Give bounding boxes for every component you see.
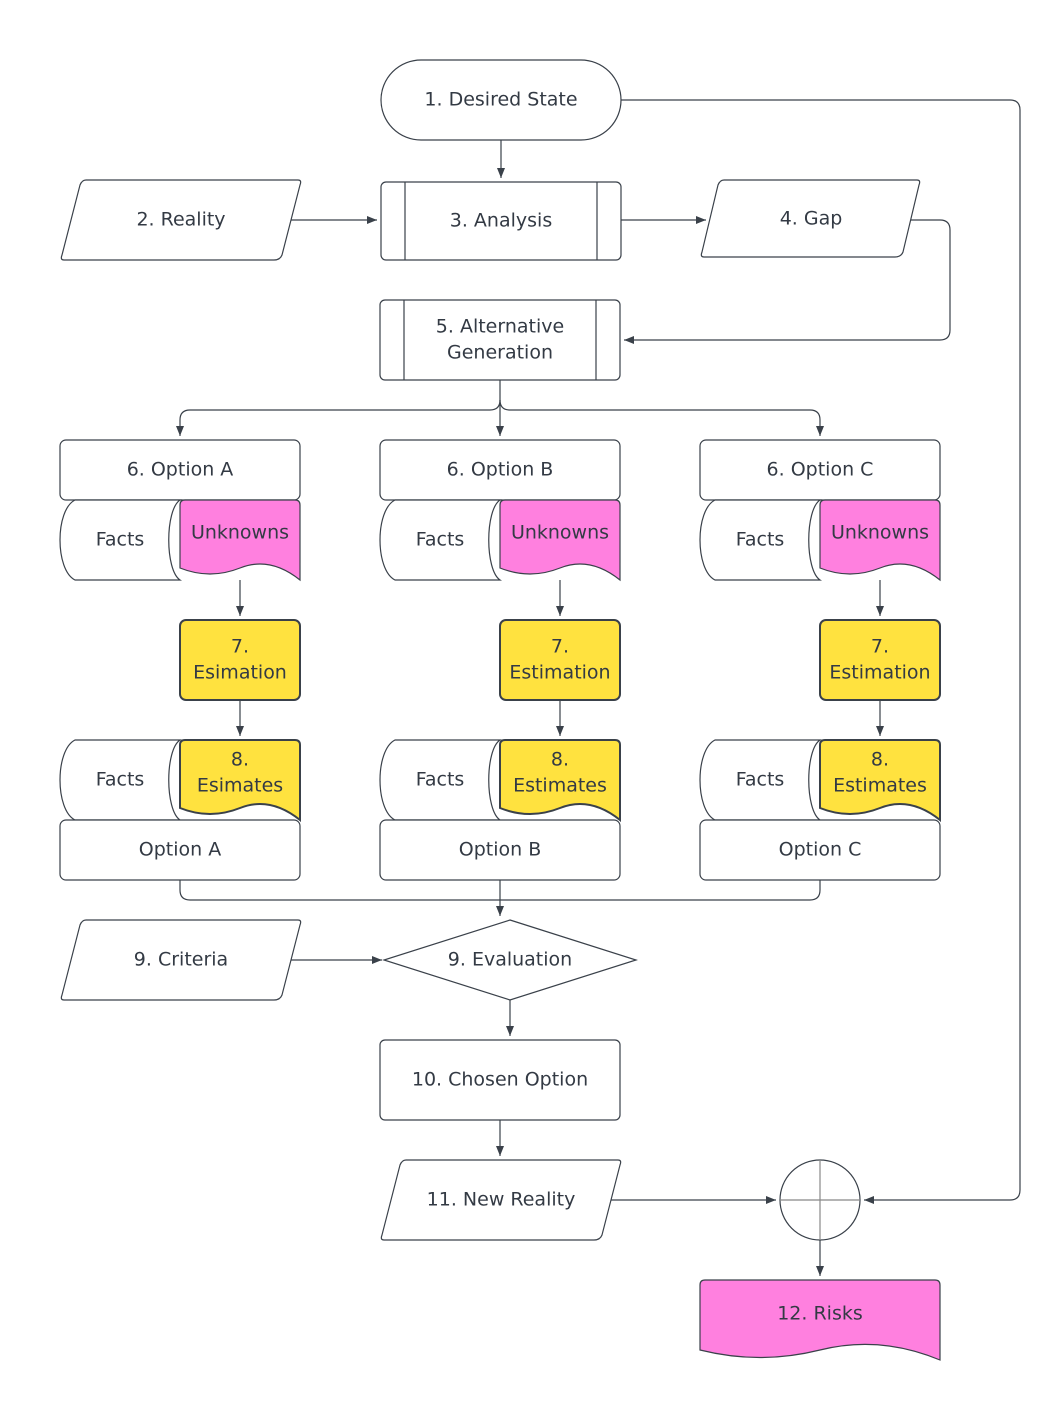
estimates-number: 8. (551, 749, 569, 771)
alternative-generation-label: Generation (447, 342, 553, 364)
desired-state-label: 1. Desired State (424, 89, 577, 111)
option-header-label: 6. Option A (127, 459, 234, 481)
criteria-label: 9. Criteria (134, 949, 228, 971)
evaluation-label: 9. Evaluation (448, 949, 572, 971)
facts-label: Facts (96, 769, 145, 791)
facts-label: Facts (96, 529, 145, 551)
chosen-option-label: 10. Chosen Option (412, 1069, 588, 1091)
estimation-label: Estimation (829, 662, 930, 684)
facts-label: Facts (736, 529, 785, 551)
estimates-label: Esimates (197, 775, 283, 797)
analysis-label: 3. Analysis (450, 210, 552, 232)
connector-arrow (499, 399, 824, 436)
estimates-number: 8. (871, 749, 889, 771)
risks-label: 12. Risks (777, 1303, 863, 1325)
estimation-number: 7. (871, 636, 889, 658)
estimates-number: 8. (231, 749, 249, 771)
option-footer-label: Option C (779, 839, 862, 861)
estimates-label: Estimates (513, 775, 607, 797)
estimation-label: Esimation (193, 662, 287, 684)
alternative-generation-label: 5. Alternative (436, 316, 564, 338)
connector-arrow (176, 399, 501, 436)
estimation-process[interactable] (179, 619, 301, 701)
option-header-label: 6. Option B (447, 459, 554, 481)
estimation-process[interactable] (819, 619, 941, 701)
facts-label: Facts (416, 769, 465, 791)
gap-label: 4. Gap (780, 208, 843, 230)
estimation-process[interactable] (499, 619, 621, 701)
facts-label: Facts (736, 769, 785, 791)
decision-flowchart: 1. Desired State 2. Reality 3. Analysis 4. … (59, 59, 1021, 1361)
unknowns-label: Unknowns (831, 522, 929, 544)
process-alternative-generation[interactable] (379, 299, 621, 381)
option-footer-label: Option A (139, 839, 221, 861)
facts-label: Facts (416, 529, 465, 551)
unknowns-label: Unknowns (511, 522, 609, 544)
estimates-label: Estimates (833, 775, 927, 797)
estimation-label: Estimation (509, 662, 610, 684)
estimation-number: 7. (551, 636, 569, 658)
new-reality-label: 11. New Reality (427, 1189, 576, 1211)
option-header-label: 6. Option C (767, 459, 874, 481)
unknowns-label: Unknowns (191, 522, 289, 544)
reality-label: 2. Reality (136, 209, 225, 231)
estimation-number: 7. (231, 636, 249, 658)
option-footer-label: Option B (459, 839, 542, 861)
